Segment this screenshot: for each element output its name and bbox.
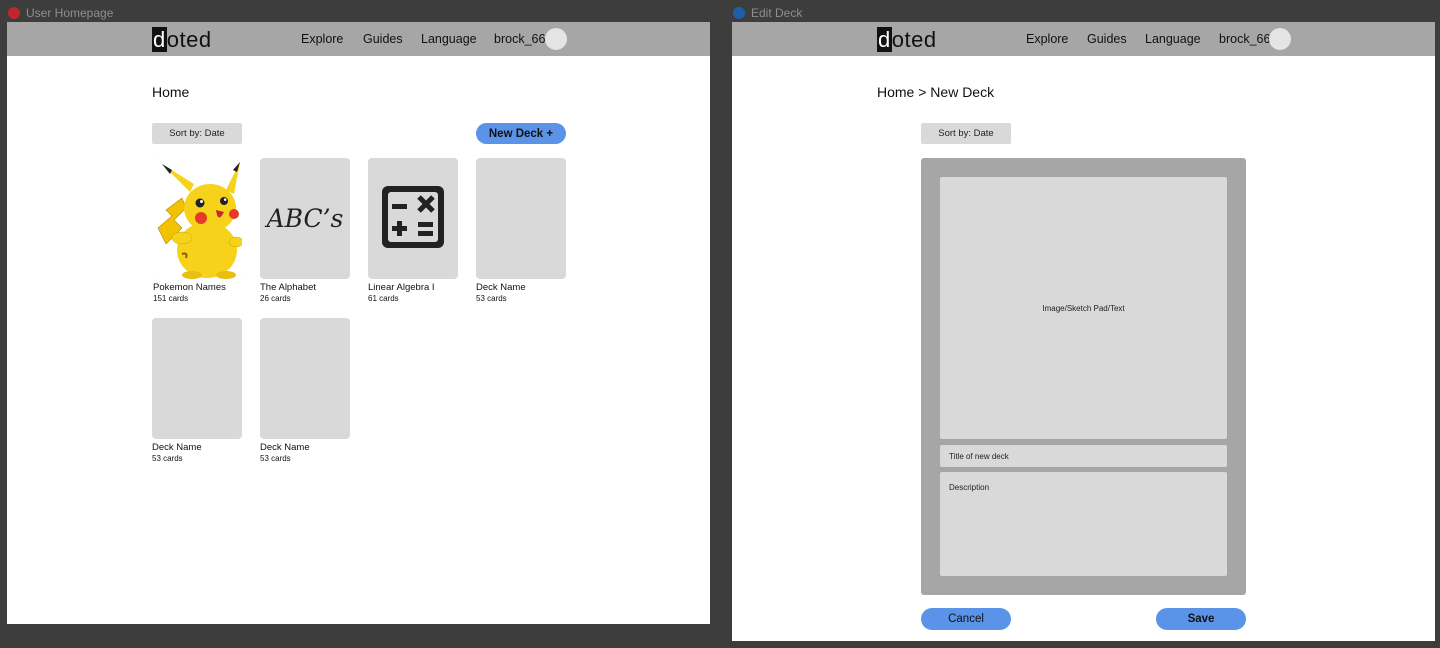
deck-title-field[interactable]: Title of new deck bbox=[940, 445, 1227, 467]
frame-title: Edit Deck bbox=[751, 6, 803, 20]
logo[interactable]: doted bbox=[152, 27, 212, 53]
nav-explore[interactable]: Explore bbox=[1026, 32, 1068, 47]
nav-guides[interactable]: Guides bbox=[363, 32, 403, 47]
record-dot-icon bbox=[733, 7, 745, 19]
deck-name: The Alphabet bbox=[260, 282, 316, 293]
avatar[interactable] bbox=[1269, 28, 1291, 50]
record-dot-icon bbox=[8, 7, 20, 19]
breadcrumb: Home bbox=[152, 84, 190, 100]
deck-card-count: 151 cards bbox=[153, 294, 189, 303]
nav-username[interactable]: brock_66 bbox=[1219, 32, 1270, 47]
breadcrumb: Home > New Deck bbox=[877, 84, 995, 100]
cancel-button[interactable]: Cancel bbox=[921, 608, 1011, 630]
deck-description-field[interactable]: Description bbox=[940, 472, 1227, 576]
deck-card-count: 61 cards bbox=[368, 294, 399, 303]
sort-button[interactable]: Sort by: Date bbox=[152, 123, 242, 144]
deck-name: Deck Name bbox=[476, 282, 526, 293]
logo-first-letter: d bbox=[152, 27, 167, 52]
deck-card[interactable] bbox=[476, 158, 566, 279]
save-button[interactable]: Save bbox=[1156, 608, 1246, 630]
deck-card-pokemon[interactable] bbox=[152, 158, 242, 279]
deck-name: Deck Name bbox=[152, 442, 202, 453]
deck-card-alphabet[interactable]: ABC’s bbox=[260, 158, 350, 279]
deck-card[interactable] bbox=[260, 318, 350, 439]
frame-label-homepage: User Homepage bbox=[8, 5, 113, 21]
logo[interactable]: doted bbox=[877, 27, 937, 53]
deck-editor-panel: Image/Sketch Pad/Text Title of new deck … bbox=[921, 158, 1246, 595]
frame-title: User Homepage bbox=[26, 6, 114, 20]
nav-language[interactable]: Language bbox=[421, 32, 477, 47]
deck-card-count: 26 cards bbox=[260, 294, 291, 303]
nav-username[interactable]: brock_66 bbox=[494, 32, 545, 47]
nav-language[interactable]: Language bbox=[1145, 32, 1201, 47]
navbar: doted Explore Guides Language brock_66 bbox=[7, 22, 710, 56]
nav-guides[interactable]: Guides bbox=[1087, 32, 1127, 47]
image-sketch-pad[interactable]: Image/Sketch Pad/Text bbox=[940, 177, 1227, 439]
frame-label-edit-deck: Edit Deck bbox=[733, 5, 802, 21]
deck-card[interactable] bbox=[152, 318, 242, 439]
user-homepage-frame: doted Explore Guides Language brock_66 H… bbox=[7, 22, 710, 624]
deck-card-count: 53 cards bbox=[260, 454, 291, 463]
logo-first-letter: d bbox=[877, 27, 892, 52]
logo-rest: oted bbox=[166, 27, 212, 52]
deck-name: Linear Algebra I bbox=[368, 282, 435, 293]
deck-card-linear-algebra[interactable] bbox=[368, 158, 458, 279]
logo-rest: oted bbox=[891, 27, 937, 52]
avatar[interactable] bbox=[545, 28, 567, 50]
deck-card-count: 53 cards bbox=[152, 454, 183, 463]
pikachu-image bbox=[152, 158, 242, 279]
deck-name: Deck Name bbox=[260, 442, 310, 453]
calculator-icon bbox=[382, 186, 444, 248]
abc-handwriting-image: ABC’s bbox=[266, 204, 344, 233]
new-deck-button[interactable]: New Deck + bbox=[476, 123, 566, 144]
deck-name: Pokemon Names bbox=[153, 282, 226, 293]
deck-card-count: 53 cards bbox=[476, 294, 507, 303]
navbar: doted Explore Guides Language brock_66 bbox=[732, 22, 1435, 56]
sort-button[interactable]: Sort by: Date bbox=[921, 123, 1011, 144]
nav-explore[interactable]: Explore bbox=[301, 32, 343, 47]
edit-deck-frame: doted Explore Guides Language brock_66 H… bbox=[732, 22, 1435, 641]
